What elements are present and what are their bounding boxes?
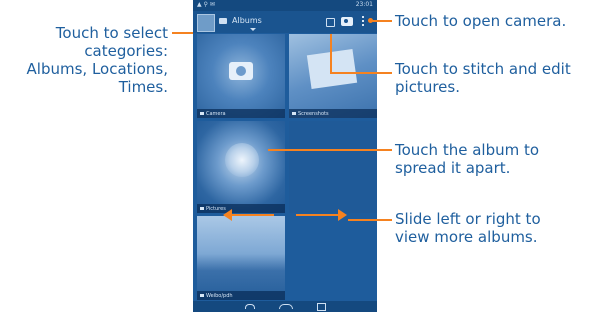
folder-icon <box>219 18 227 24</box>
callout-text: Albums, Locations, <box>26 60 168 78</box>
leader-line-stitch-vertical <box>330 34 332 74</box>
callout-text: Touch to open camera. <box>395 12 567 30</box>
callout-text: view more albums. <box>395 228 538 246</box>
action-bar: Albums <box>193 11 377 33</box>
status-icons: ▲ ⚲ ✉ <box>197 1 215 8</box>
callout-stitch-edit: Touch to stitch and edit pictures. <box>395 60 601 96</box>
tile-label-bar: Camera <box>197 109 285 118</box>
album-label: Camera <box>206 111 226 117</box>
folder-icon <box>200 294 204 297</box>
callout-text: Touch to stitch and edit <box>395 60 571 78</box>
status-bar: ▲ ⚲ ✉ 23:01 <box>193 0 377 11</box>
tile-label-bar: Pictures <box>197 204 285 213</box>
album-thumbnail <box>306 48 358 90</box>
stitch-icon[interactable] <box>326 18 335 27</box>
callout-text: spread it apart. <box>395 159 511 177</box>
swipe-left-arrow-line <box>231 214 274 216</box>
gallery-app-icon[interactable] <box>197 14 215 32</box>
tile-label-bar: Weibo/pdh <box>197 291 285 300</box>
status-time: 23:01 <box>355 1 373 8</box>
tile-label-bar: Screenshots <box>289 109 377 118</box>
camera-icon <box>229 62 253 80</box>
folder-icon <box>200 112 204 115</box>
callout-text: Touch to select <box>55 24 168 42</box>
callout-text: Slide left or right to <box>395 210 541 228</box>
album-tile-screenshots[interactable]: Screenshots <box>289 34 377 118</box>
leader-line-camera <box>370 20 392 22</box>
album-tile-weibo[interactable]: Weibo/pdh <box>197 216 285 300</box>
callout-slide-albums: Slide left or right to view more albums. <box>395 210 601 246</box>
callout-text: Times. <box>118 78 168 96</box>
back-icon[interactable] <box>245 304 255 309</box>
callout-select-categories: Touch to select categories: Albums, Loca… <box>12 24 168 96</box>
callout-text: pictures. <box>395 78 460 96</box>
album-tile-camera[interactable]: Camera <box>197 34 285 118</box>
swipe-right-arrow-icon <box>338 209 347 221</box>
callout-text: categories: <box>84 42 168 60</box>
recent-apps-icon[interactable] <box>317 303 326 311</box>
home-icon[interactable] <box>279 304 293 309</box>
album-tile-pictures[interactable]: Pictures <box>197 121 285 213</box>
phone-screen: ▲ ⚲ ✉ 23:01 Albums Camera Screenshots Pi… <box>193 0 377 312</box>
leader-line-stitch <box>330 72 392 74</box>
navigation-bar <box>193 301 377 312</box>
album-thumbnail <box>225 143 259 177</box>
callout-spread-album: Touch the album to spread it apart. <box>395 141 601 177</box>
dropdown-icon[interactable] <box>250 28 256 31</box>
leader-line-slide <box>348 219 392 221</box>
swipe-right-arrow-line <box>296 214 338 216</box>
album-label: Weibo/pdh <box>206 293 233 299</box>
empty-grid-cell <box>289 121 377 213</box>
callout-open-camera: Touch to open camera. <box>395 12 601 30</box>
camera-icon[interactable] <box>341 17 353 26</box>
album-label: Screenshots <box>298 111 329 117</box>
folder-icon <box>200 207 204 210</box>
category-selector[interactable]: Albums <box>232 16 262 25</box>
leader-line-album <box>268 149 392 151</box>
callout-text: Touch the album to <box>395 141 540 159</box>
folder-icon <box>292 112 296 115</box>
overflow-menu-icon[interactable] <box>362 16 365 28</box>
